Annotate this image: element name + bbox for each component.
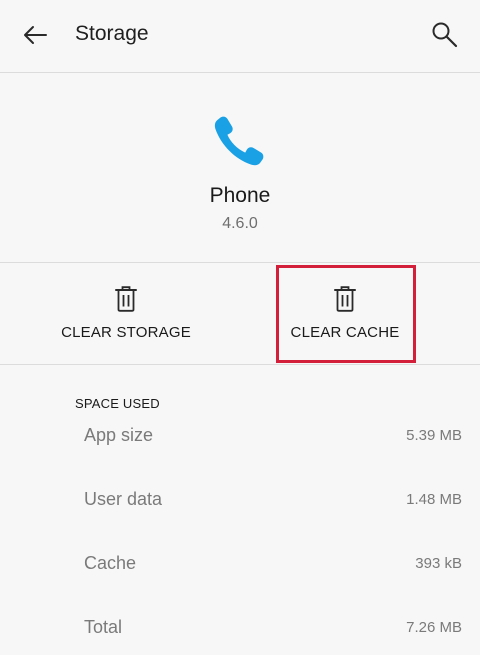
row-value: 393 kB [415, 554, 462, 572]
row-label: App size [84, 424, 154, 445]
app-name: Phone [209, 184, 271, 207]
storage-row-user-data: User data 1.48 MB [84, 484, 462, 514]
actions-divider [0, 364, 480, 365]
back-button[interactable] [20, 20, 50, 50]
storage-row-total: Total 7.26 MB [84, 612, 462, 642]
row-value: 5.39 MB [406, 426, 462, 444]
storage-row-cache: Cache 393 kB [84, 548, 462, 578]
row-label: Cache [84, 552, 137, 573]
row-value: 7.26 MB [406, 618, 462, 636]
row-value: 1.48 MB [406, 490, 462, 508]
row-label: User data [84, 488, 163, 509]
top-app-bar: Storage [0, 0, 480, 72]
app-version: 4.6.0 [222, 215, 258, 232]
app-info-divider [0, 262, 480, 263]
storage-row-app-size: App size 5.39 MB [84, 420, 462, 450]
clear-storage-label: CLEAR STORAGE [61, 324, 191, 341]
search-icon [432, 22, 458, 48]
trash-icon [115, 286, 137, 312]
page-title: Storage [75, 22, 149, 45]
arrow-left-icon [24, 26, 47, 44]
header-divider [0, 72, 480, 73]
clear-storage-button[interactable]: CLEAR STORAGE [50, 268, 202, 362]
search-button[interactable] [428, 18, 462, 52]
phone-icon [214, 116, 264, 166]
space-used-header: SPACE USED [75, 396, 160, 411]
highlight-box [276, 265, 416, 363]
row-label: Total [84, 616, 123, 637]
